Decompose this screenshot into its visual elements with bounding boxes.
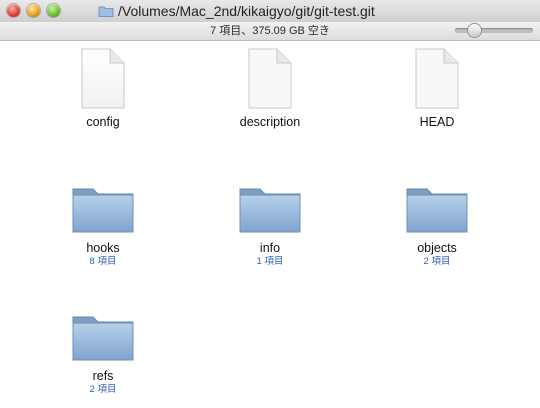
- folder-item-objects[interactable]: objects 2 項目: [382, 181, 492, 268]
- folder-icon: [72, 188, 134, 233]
- item-count: 8 項目: [89, 256, 117, 267]
- folder-item-info[interactable]: info 1 項目: [215, 181, 325, 268]
- folder-name: refs: [92, 369, 114, 383]
- document-icon: [81, 48, 125, 109]
- file-name: HEAD: [419, 115, 455, 129]
- file-item-description[interactable]: description: [215, 47, 325, 130]
- file-item-head[interactable]: HEAD: [382, 47, 492, 130]
- folder-name: objects: [417, 241, 457, 255]
- folder-icon: [239, 188, 301, 233]
- file-item-config[interactable]: config: [48, 47, 158, 130]
- window-title-text: /Volumes/Mac_2nd/kikaigyo/git/git-test.g…: [118, 3, 375, 19]
- slider-thumb[interactable]: [468, 24, 481, 37]
- folder-item-refs[interactable]: refs 2 項目: [48, 309, 158, 396]
- item-count: 2 項目: [89, 384, 117, 395]
- minimize-button[interactable]: [27, 4, 40, 17]
- icon-size-slider[interactable]: [455, 28, 533, 33]
- document-icon: [248, 48, 292, 109]
- folder-item-hooks[interactable]: hooks 8 項目: [48, 181, 158, 268]
- item-count: 1 項目: [256, 256, 284, 267]
- document-icon: [415, 48, 459, 109]
- folder-name: hooks: [86, 241, 120, 255]
- file-name: description: [239, 115, 301, 129]
- finder-window: /Volumes/Mac_2nd/kikaigyo/git/git-test.g…: [0, 0, 540, 408]
- title-bar[interactable]: /Volumes/Mac_2nd/kikaigyo/git/git-test.g…: [0, 0, 540, 23]
- folder-name: info: [259, 241, 281, 255]
- file-grid: config description HEAD hooks 8 項目 info …: [0, 41, 540, 408]
- folder-icon: [98, 6, 114, 17]
- window-title: /Volumes/Mac_2nd/kikaigyo/git/git-test.g…: [98, 0, 375, 22]
- file-name: config: [86, 115, 120, 129]
- folder-icon: [406, 188, 468, 233]
- close-button[interactable]: [7, 4, 20, 17]
- folder-icon: [72, 316, 134, 361]
- item-count: 2 項目: [423, 256, 451, 267]
- zoom-button[interactable]: [47, 4, 60, 17]
- status-bar: 7 項目、375.09 GB 空き: [0, 22, 540, 41]
